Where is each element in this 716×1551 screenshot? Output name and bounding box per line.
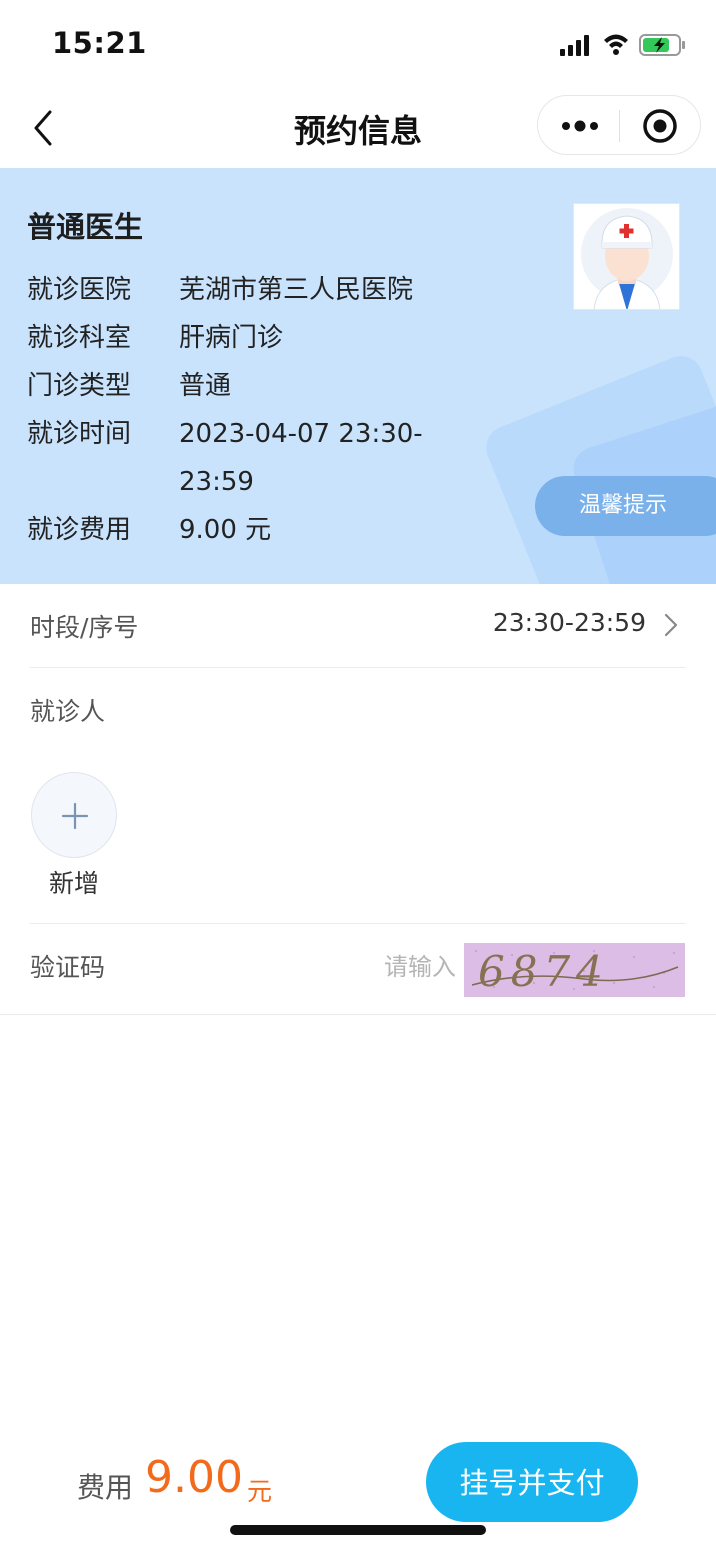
info-row-clinic-type: 门诊类型 普通 [27,362,231,410]
mini-program-capsule [537,95,701,155]
info-value: 肝病门诊 [179,323,284,353]
info-row-department: 就诊科室 肝病门诊 [27,314,283,362]
info-row-hospital: 就诊医院 芜湖市第三人民医院 [27,266,413,314]
time-slot-value: 23:30-23:59 [492,608,646,637]
captcha-label: 验证码 [30,953,106,982]
info-value: 普通 [179,371,232,401]
info-value: 芜湖市第三人民医院 [179,275,414,305]
close-mini-program-button[interactable] [642,108,678,144]
fee-label: 费用 [77,1471,134,1504]
target-circle-icon [643,109,677,143]
patient-label: 就诊人 [30,697,106,726]
visit-time-line1: 2023-04-07 23:30- [179,419,423,449]
fee-amount: 9.00 [145,1452,243,1503]
home-indicator [230,1525,486,1535]
info-label: 门诊类型 [27,371,132,401]
time-slot-row[interactable]: 时段/序号 23:30-23:59 [30,608,686,648]
divider [0,1014,716,1015]
info-row-fee: 就诊费用 9.00 元 [27,506,271,554]
visit-time-line2: 23:59 [179,467,254,497]
nav-bar: 预约信息 [0,88,716,168]
info-row-visit-time: 就诊时间 2023-04-07 23:30- 23:59 [27,410,423,506]
svg-text:6874: 6874 [478,947,609,996]
status-time: 15:21 [52,26,147,60]
captcha-image-graphic: 6874 [471,947,679,996]
divider [30,923,686,924]
patient-row: 就诊人 [30,692,686,732]
battery-icon [639,34,685,56]
doctor-avatar-icon [581,208,673,309]
divider [30,667,686,668]
more-button[interactable] [558,110,602,142]
warm-tip-button[interactable]: 温馨提示 [535,476,716,536]
register-and-pay-button[interactable]: 挂号并支付 [426,1442,638,1522]
signal-wifi-battery-icons [560,34,685,56]
capsule-divider [619,110,620,142]
add-patient-label: 新增 [48,869,99,898]
wifi-icon [604,34,628,55]
doctor-type-title: 普通医生 [27,210,144,244]
fee-unit: 元 [247,1477,273,1506]
appointment-info-card: 普通医生 就诊医院 芜湖市第三人民医院 就诊科室 肝病门诊 门诊类型 普通 就诊时间 2… [0,168,716,584]
chevron-right-icon [664,613,678,637]
captcha-image[interactable]: 6874 [464,943,685,997]
plus-icon [61,802,89,830]
status-bar: 15:21 [0,0,716,88]
doctor-avatar [573,203,680,310]
status-icons [558,30,688,60]
info-value: 2023-04-07 23:30- 23:59 [179,410,423,506]
info-label: 就诊费用 [27,515,132,545]
info-label: 就诊科室 [27,323,132,353]
info-label: 就诊医院 [27,275,132,305]
info-value: 9.00 元 [179,515,272,545]
more-dots-icon [562,120,598,132]
captcha-input[interactable] [330,946,458,988]
signal-icon [560,35,589,56]
time-slot-label: 时段/序号 [30,613,139,642]
add-patient-button[interactable] [31,772,117,858]
info-label: 就诊时间 [27,419,132,449]
